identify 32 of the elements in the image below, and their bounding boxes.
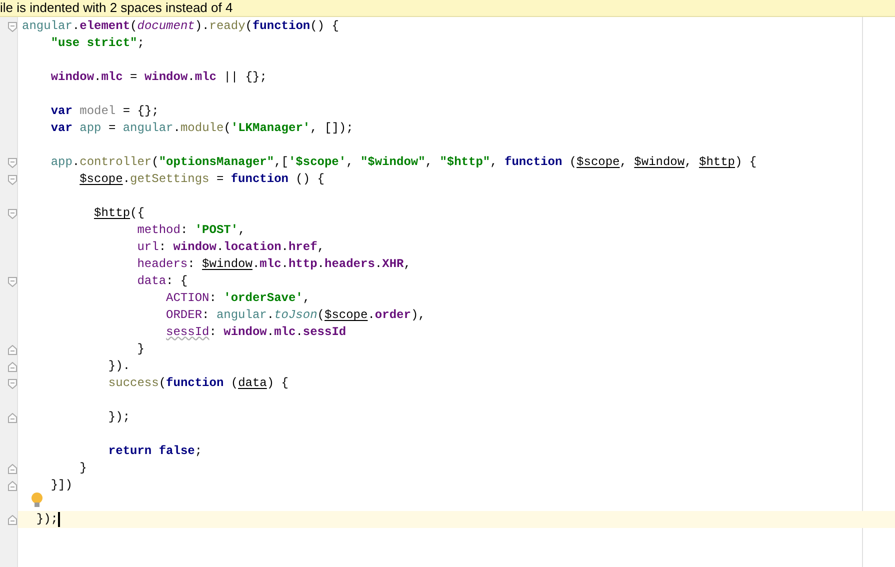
- fold-marker-icon[interactable]: [8, 22, 17, 32]
- code-line: }: [136, 341, 144, 358]
- code-line: $scope.getSettings = function () {: [78, 171, 324, 188]
- code-line: }: [78, 460, 87, 477]
- code-line: sessId: window.mlc.sessId: [165, 324, 346, 341]
- code-line: }]): [50, 477, 72, 494]
- fold-marker-icon[interactable]: [8, 174, 17, 184]
- inspection-banner: ile is indented with 2 spaces instead of 4: [0, 0, 895, 17]
- fold-marker-icon[interactable]: [8, 158, 17, 168]
- fold-marker-icon[interactable]: [8, 208, 17, 218]
- code-line: ORDER: angular.toJson($scope.order),: [165, 307, 426, 324]
- code-line: success(function (data) {: [107, 375, 288, 392]
- code-line: headers: $window.mlc.http.headers.XHR,: [136, 256, 411, 273]
- code-line: angular.element(document).ready(function() {: [22, 18, 339, 35]
- text-cursor: [58, 512, 60, 527]
- code-line: window.mlc = window.mlc || {};: [50, 69, 267, 86]
- code-line: app.controller("optionsManager",['$scope', "$window", "$http", function ($scope, $window, $http) {: [50, 154, 757, 171]
- fold-marker-icon[interactable]: [8, 276, 17, 286]
- code-line: data: {: [136, 273, 188, 290]
- fold-marker-icon[interactable]: [8, 378, 17, 388]
- code-line: ACTION: 'orderSave',: [165, 290, 310, 307]
- code-line: $http({: [93, 205, 144, 222]
- code-line: url: window.location.href,: [136, 239, 324, 256]
- code-line: });: [35, 511, 58, 528]
- code-line: var app = angular.module('LKManager', []);: [50, 120, 354, 137]
- lightbulb-icon[interactable]: [31, 492, 43, 508]
- code-line: var model = {};: [50, 103, 159, 120]
- code-line: }).: [107, 358, 130, 375]
- code-line: method: 'POST',: [136, 222, 246, 239]
- code-line: return false;: [107, 443, 202, 460]
- code-line: "use strict";: [50, 35, 144, 52]
- code-line: });: [107, 409, 130, 426]
